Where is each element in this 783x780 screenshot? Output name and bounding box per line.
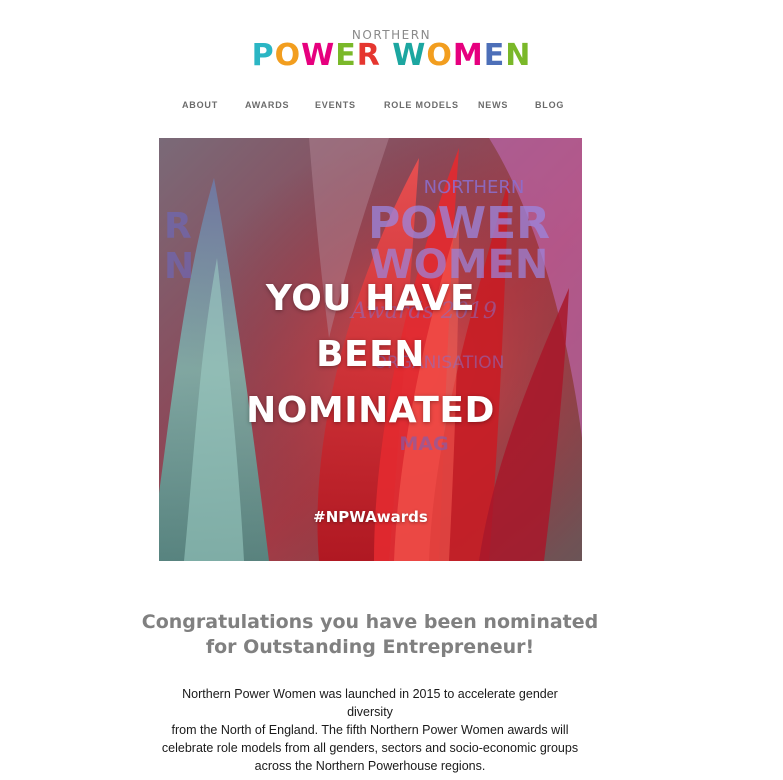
left-trophy-text: R [164,206,192,247]
hero-title: YOU HAVE BEEN NOMINATED [159,271,582,439]
main-navigation: ABOUT AWARDS EVENTS ROLE MODELS NEWS BLO… [0,100,783,114]
brand-logo[interactable]: NORTHERN POWER WOMEN [0,28,783,72]
logo-letter: R [356,38,381,73]
logo-letter: O [426,38,453,73]
logo-letter: O [274,38,302,73]
intro-line-1: Northern Power Women was launched in 201… [182,687,558,719]
hero-banner[interactable]: NORTHERN POWER WOMEN Awards 2019 ORGANIS… [159,138,582,561]
logo-letter: M [452,38,484,73]
hero-hashtag: #NPWAwards [313,508,428,526]
nav-events[interactable]: EVENTS [315,100,356,110]
hero-title-line-3: NOMINATED [246,390,495,431]
logo-letter: P [251,38,275,73]
nav-awards[interactable]: AWARDS [245,100,289,110]
logo-letter: W [301,38,336,73]
intro-line-2: from the North of England. The fifth Nor… [171,723,569,737]
headline-line-2: for Outstanding Entrepreneur! [205,636,535,658]
intro-line-4: across the Northern Powerhouse regions. [254,759,486,773]
nav-news[interactable]: NEWS [478,100,508,110]
logo-letter: E [483,38,506,73]
logo-letter: N [505,38,532,73]
nomination-headline: Congratulations you have been nominated … [120,610,620,660]
logo-letter: E [335,38,357,73]
logo-power-women-text: POWER WOMEN [0,40,783,72]
hero-title-line-2: BEEN [316,334,425,375]
nav-about[interactable]: ABOUT [182,100,218,110]
hero-title-line-1: YOU HAVE [265,278,476,319]
logo-letter: W [392,38,427,73]
headline-line-1: Congratulations you have been nominated [141,611,599,633]
nav-role-models[interactable]: ROLE MODELS [384,100,459,110]
nav-blog[interactable]: BLOG [535,100,564,110]
intro-line-3: celebrate role models from all genders, … [161,741,579,755]
trophy-text-northern: NORTHERN [424,177,525,198]
logo-letter [381,40,392,72]
intro-paragraph: Northern Power Women was launched in 201… [160,685,580,775]
